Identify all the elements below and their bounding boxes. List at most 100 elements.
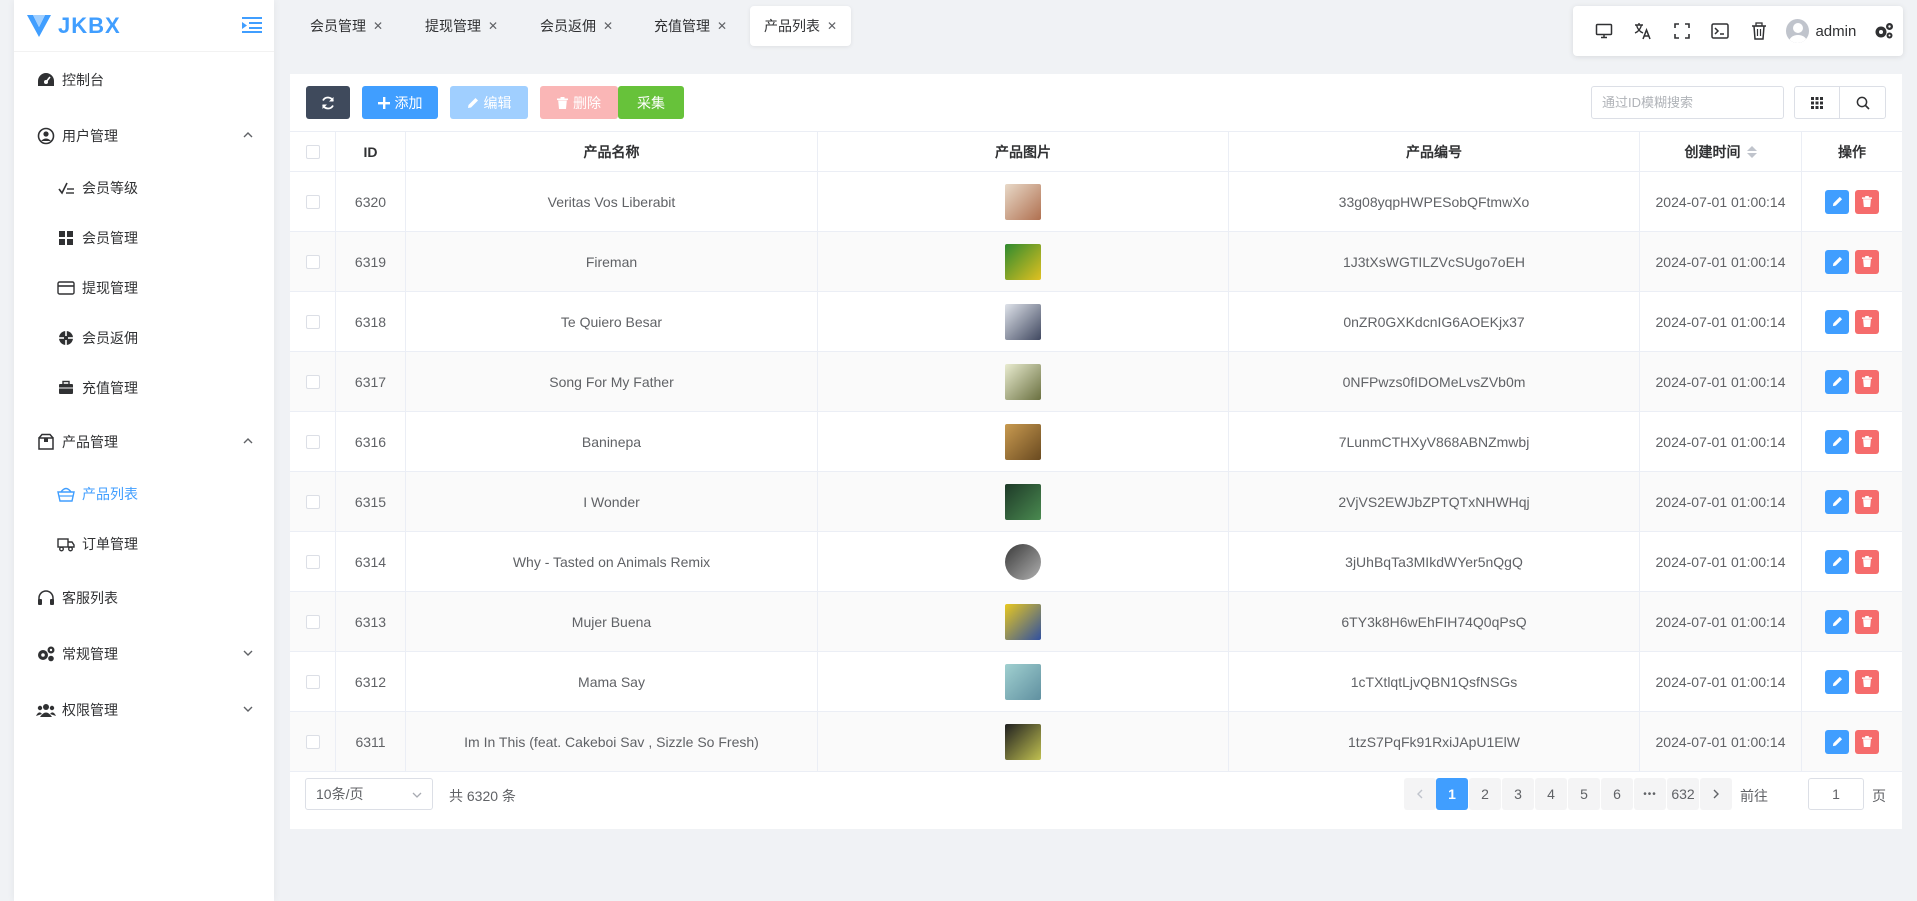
row-delete-button[interactable] xyxy=(1855,429,1879,454)
prev-page-button[interactable] xyxy=(1404,778,1436,810)
collect-button[interactable]: 采集 xyxy=(618,86,684,119)
search-icon[interactable] xyxy=(1840,87,1885,118)
sidebar-item-order-management[interactable]: 订单管理 xyxy=(14,522,274,566)
menu-collapse-icon[interactable] xyxy=(242,16,262,34)
settings-gears-icon[interactable] xyxy=(1864,11,1903,51)
product-thumbnail[interactable] xyxy=(1005,663,1041,700)
delete-button[interactable]: 删除 xyxy=(540,86,618,119)
row-delete-button[interactable] xyxy=(1855,369,1879,394)
sidebar-item-member-management[interactable]: 会员管理 xyxy=(14,216,274,260)
monitor-icon[interactable] xyxy=(1585,11,1624,51)
row-checkbox-cell xyxy=(290,712,336,771)
column-header-created-time[interactable]: 创建时间 xyxy=(1640,132,1802,171)
product-thumbnail[interactable] xyxy=(1005,723,1041,760)
close-icon[interactable]: ✕ xyxy=(488,19,498,33)
sidebar-item-recharge[interactable]: 充值管理 xyxy=(14,366,274,410)
close-icon[interactable]: ✕ xyxy=(717,19,727,33)
row-checkbox[interactable] xyxy=(305,614,320,629)
goto-page-input[interactable] xyxy=(1808,778,1864,810)
translate-icon[interactable] xyxy=(1624,11,1663,51)
tab-member-management[interactable]: 会员管理 ✕ xyxy=(296,6,397,46)
product-thumbnail[interactable] xyxy=(1005,243,1041,280)
username[interactable]: admin xyxy=(1815,23,1856,40)
page-6[interactable]: 6 xyxy=(1601,778,1633,810)
page-ellipsis[interactable]: ••• xyxy=(1634,778,1666,810)
fullscreen-icon[interactable] xyxy=(1662,11,1701,51)
row-edit-button[interactable] xyxy=(1825,309,1849,334)
product-thumbnail[interactable] xyxy=(1005,483,1041,520)
sidebar-item-withdraw-management[interactable]: 提现管理 xyxy=(14,266,274,310)
row-edit-button[interactable] xyxy=(1825,669,1849,694)
row-edit-button[interactable] xyxy=(1825,729,1849,754)
grid-view-icon[interactable] xyxy=(1795,87,1841,118)
row-checkbox[interactable] xyxy=(305,554,320,569)
row-edit-button[interactable] xyxy=(1825,429,1849,454)
tab-withdraw-management[interactable]: 提现管理 ✕ xyxy=(411,6,512,46)
product-thumbnail[interactable] xyxy=(1005,183,1041,220)
sidebar-item-dashboard[interactable]: 控制台 xyxy=(14,58,274,102)
page-5[interactable]: 5 xyxy=(1568,778,1600,810)
sidebar-item-product-management[interactable]: 产品管理 xyxy=(14,420,274,464)
goto-prefix: 前往 xyxy=(1740,788,1768,804)
sidebar-item-user-management[interactable]: 用户管理 xyxy=(14,114,274,158)
row-checkbox[interactable] xyxy=(305,194,320,209)
trash-icon xyxy=(1862,376,1872,387)
row-edit-button[interactable] xyxy=(1825,189,1849,214)
cell-image xyxy=(818,352,1229,411)
row-edit-button[interactable] xyxy=(1825,489,1849,514)
tab-member-commission[interactable]: 会员返佣 ✕ xyxy=(526,6,627,46)
add-button[interactable]: 添加 xyxy=(362,86,438,119)
terminal-icon[interactable] xyxy=(1701,11,1740,51)
tab-recharge-management[interactable]: 充值管理 ✕ xyxy=(640,6,741,46)
sidebar-item-general-management[interactable]: 常规管理 xyxy=(14,632,274,676)
product-thumbnail[interactable] xyxy=(1005,303,1041,340)
sort-icon[interactable] xyxy=(1746,145,1757,158)
close-icon[interactable]: ✕ xyxy=(373,19,383,33)
product-thumbnail[interactable] xyxy=(1005,603,1041,640)
row-edit-button[interactable] xyxy=(1825,549,1849,574)
page-4[interactable]: 4 xyxy=(1535,778,1567,810)
row-delete-button[interactable] xyxy=(1855,609,1879,634)
tab-product-list[interactable]: 产品列表 ✕ xyxy=(750,6,852,46)
page-size-select[interactable]: 10条/页 xyxy=(305,778,433,810)
product-thumbnail[interactable] xyxy=(1005,423,1041,460)
row-checkbox[interactable] xyxy=(305,494,320,509)
row-edit-button[interactable] xyxy=(1825,369,1849,394)
row-delete-button[interactable] xyxy=(1855,729,1879,754)
sidebar-item-customer-service[interactable]: 客服列表 xyxy=(14,576,274,620)
row-checkbox[interactable] xyxy=(305,254,320,269)
row-checkbox[interactable] xyxy=(305,314,320,329)
product-thumbnail[interactable] xyxy=(1005,363,1041,400)
close-icon[interactable]: ✕ xyxy=(827,19,837,33)
row-edit-button[interactable] xyxy=(1825,249,1849,274)
row-delete-button[interactable] xyxy=(1855,549,1879,574)
select-all-checkbox[interactable] xyxy=(305,144,320,159)
avatar[interactable] xyxy=(1786,19,1810,43)
page-3[interactable]: 3 xyxy=(1502,778,1534,810)
row-checkbox[interactable] xyxy=(305,434,320,449)
page-1[interactable]: 1 xyxy=(1436,778,1468,810)
page-last[interactable]: 632 xyxy=(1667,778,1699,810)
row-checkbox[interactable] xyxy=(305,674,320,689)
row-delete-button[interactable] xyxy=(1855,309,1879,334)
row-edit-button[interactable] xyxy=(1825,609,1849,634)
page-2[interactable]: 2 xyxy=(1469,778,1501,810)
row-delete-button[interactable] xyxy=(1855,669,1879,694)
basket-icon xyxy=(56,484,76,504)
search-input[interactable] xyxy=(1591,86,1784,119)
sidebar-item-permission-management[interactable]: 权限管理 xyxy=(14,688,274,732)
row-checkbox[interactable] xyxy=(305,734,320,749)
row-delete-button[interactable] xyxy=(1855,249,1879,274)
close-icon[interactable]: ✕ xyxy=(603,19,613,33)
row-delete-button[interactable] xyxy=(1855,189,1879,214)
refresh-button[interactable] xyxy=(306,86,350,119)
row-delete-button[interactable] xyxy=(1855,489,1879,514)
row-checkbox[interactable] xyxy=(305,374,320,389)
sidebar-item-product-list[interactable]: 产品列表 xyxy=(14,472,274,516)
next-page-button[interactable] xyxy=(1700,778,1732,810)
product-thumbnail[interactable] xyxy=(1005,543,1041,580)
edit-button[interactable]: 编辑 xyxy=(450,86,528,119)
trash-icon[interactable] xyxy=(1740,11,1779,51)
sidebar-item-commission[interactable]: 会员返佣 xyxy=(14,316,274,360)
sidebar-item-member-level[interactable]: 会员等级 xyxy=(14,166,274,210)
